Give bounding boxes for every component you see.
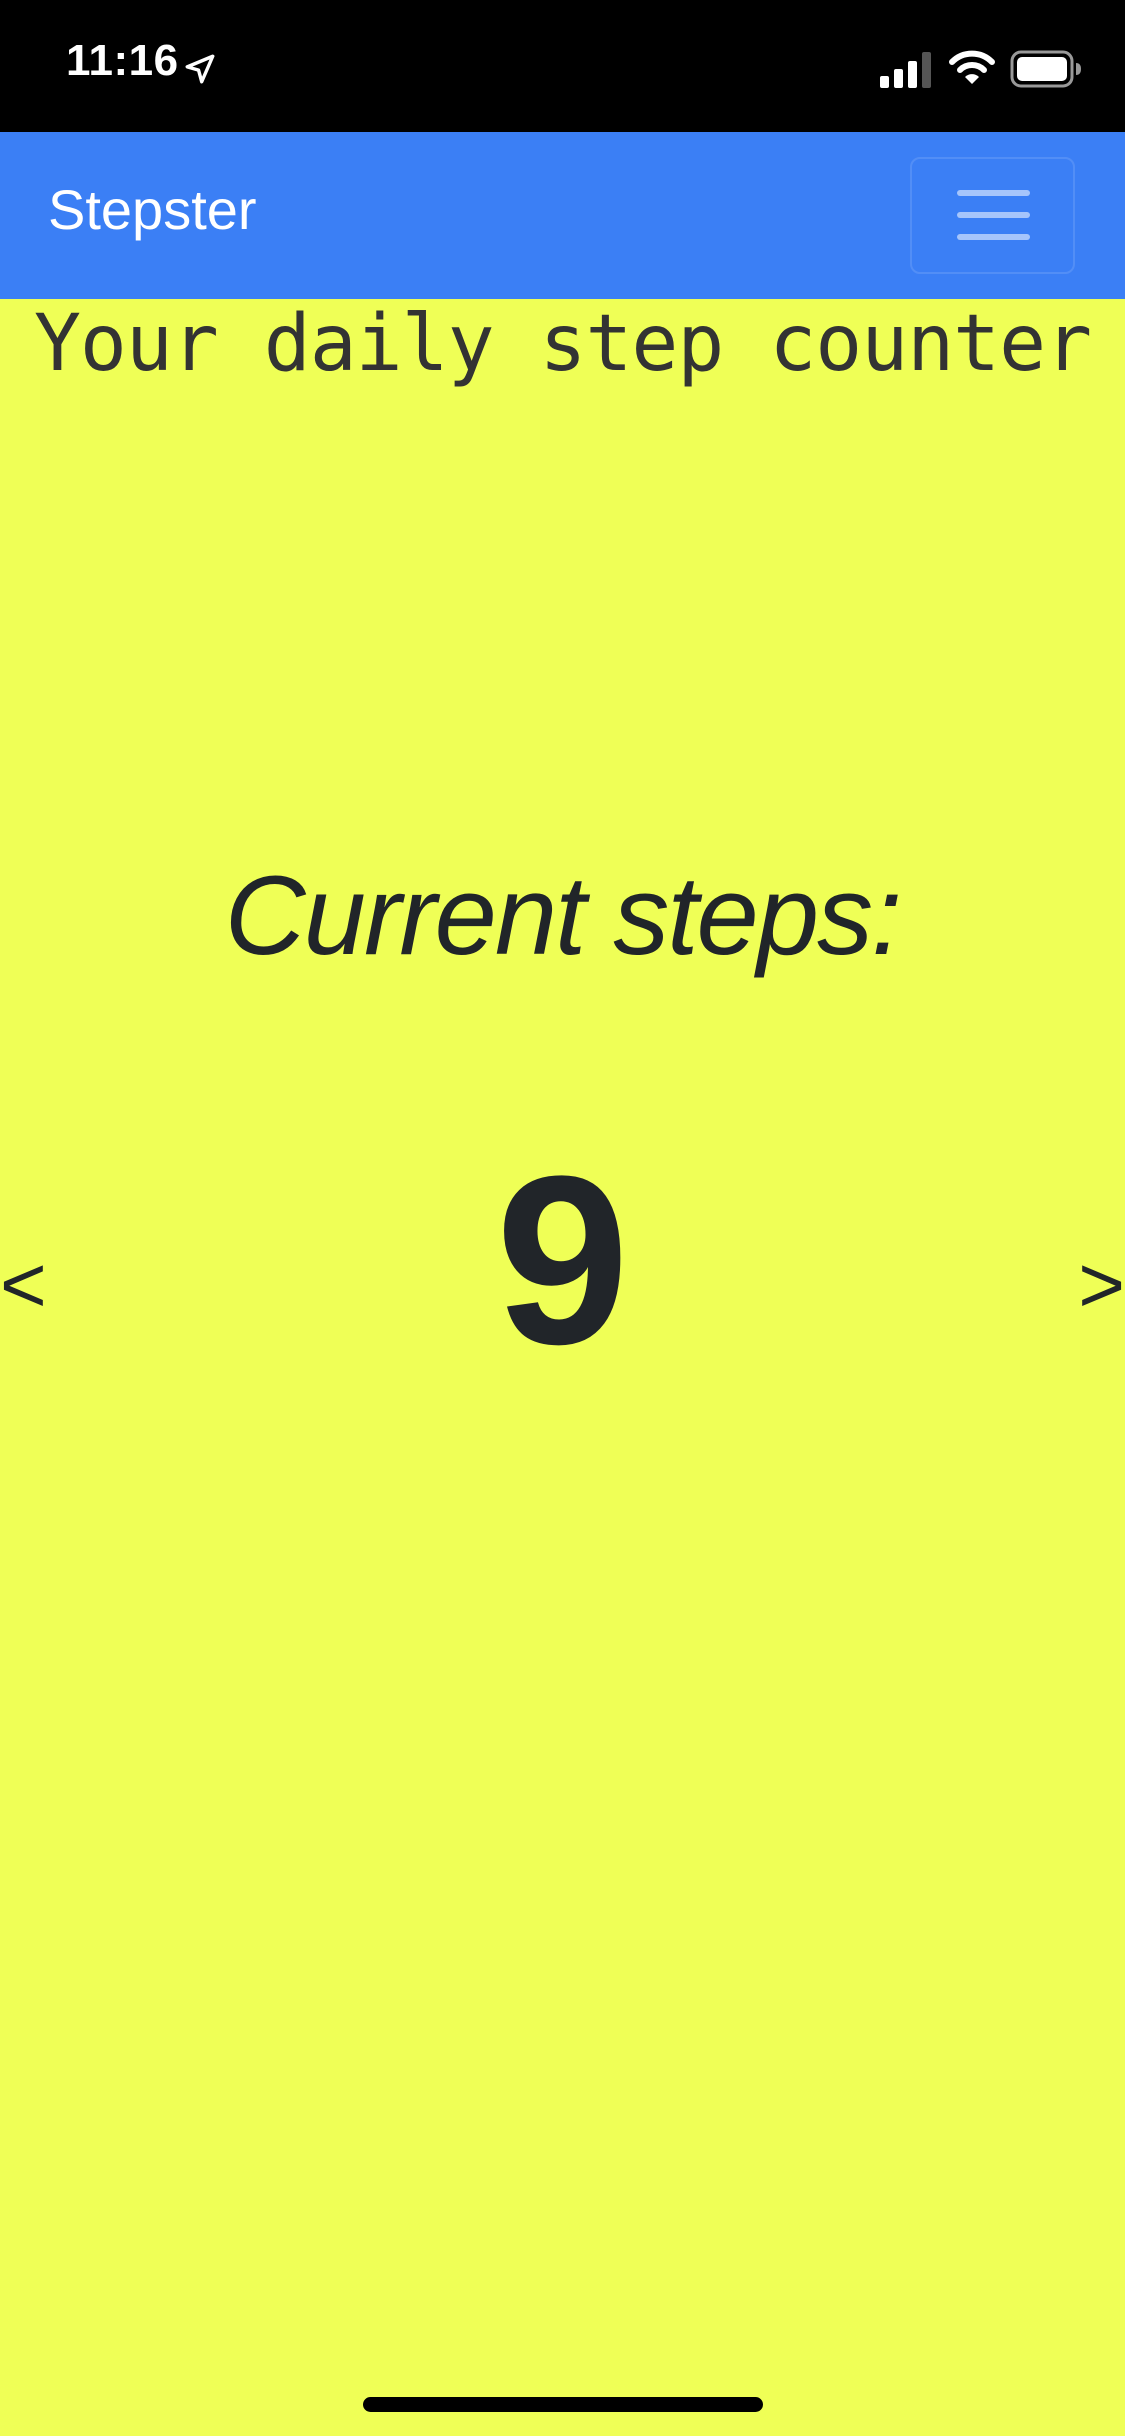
location-arrow-icon [185,54,215,84]
wifi-icon [949,50,995,84]
signal-icon [880,52,931,88]
status-time: 11:16 [66,36,179,85]
status-bar: 11:16 [0,0,1125,132]
home-indicator[interactable] [363,2397,763,2412]
next-day-button[interactable]: > [1078,1245,1125,1325]
menu-toggle-button[interactable] [910,157,1075,274]
steps-label: Current steps: [224,853,902,978]
brand-link[interactable]: Stepster [48,182,257,238]
tagline: Your daily step counter [33,299,1092,389]
steps-count: 9 [495,1126,630,1394]
battery-icon [1010,50,1081,88]
navbar: Stepster [0,132,1125,299]
previous-day-button[interactable]: < [0,1245,47,1325]
